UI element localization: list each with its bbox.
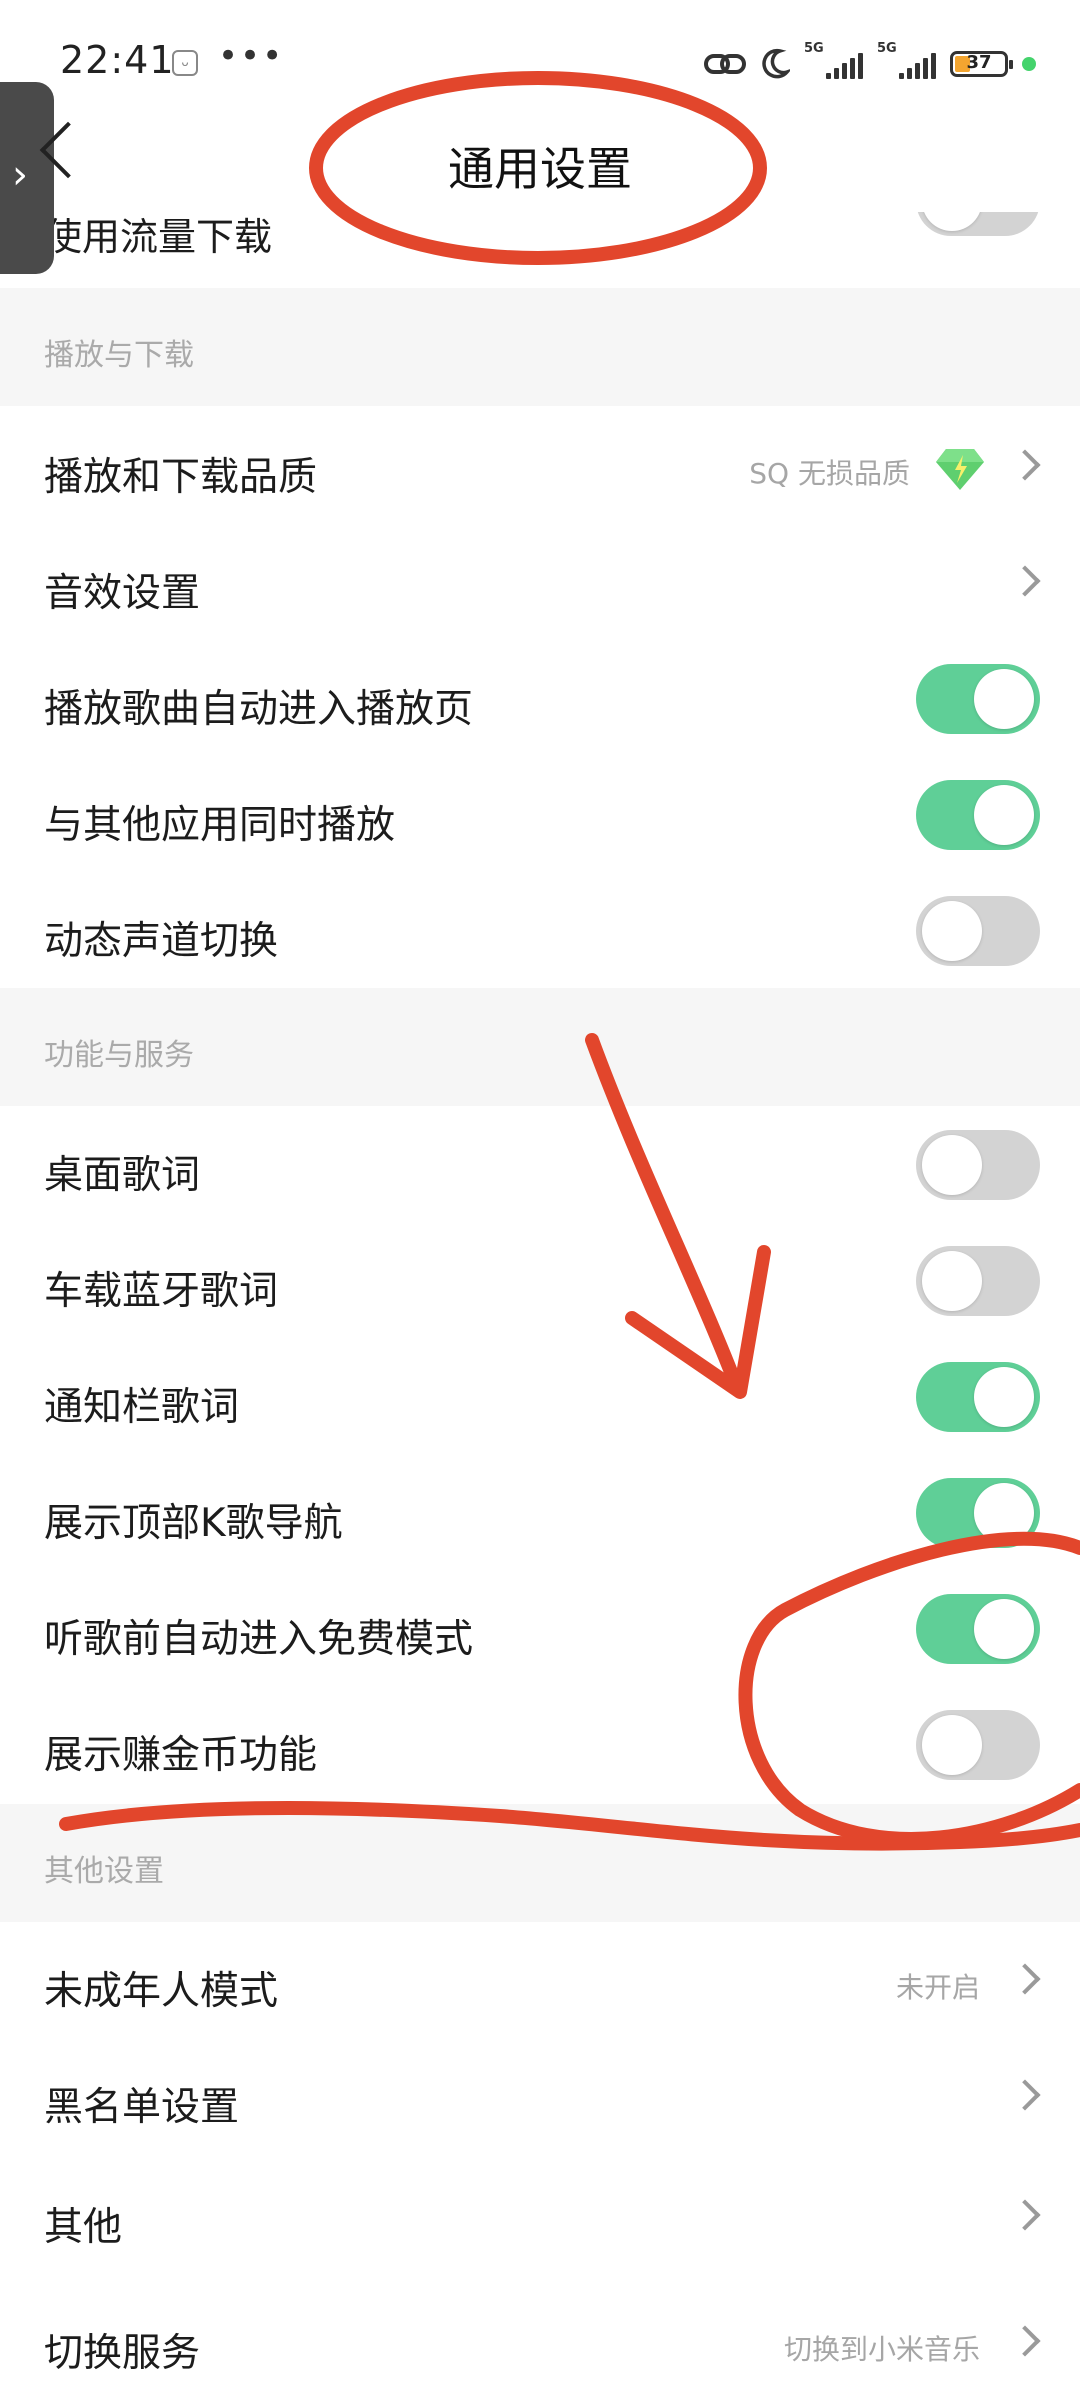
section-header-features-services: 功能与服务 [0,988,1080,1106]
desktop-lyrics-toggle[interactable] [916,1130,1040,1200]
vip-diamond-icon [936,449,984,490]
setting-row-earn-coins[interactable]: 展示赚金币功能 [0,1686,1080,1802]
setting-value: SQ 无损品质 [749,457,910,490]
status-bar: 22:41 ᴗ ••• 5G 5G 37 [0,0,1080,130]
auto-enter-play-page-toggle[interactable] [916,664,1040,734]
notification-lyrics-toggle[interactable] [916,1362,1040,1432]
setting-label: 听歌前自动进入免费模式 [44,1617,474,1662]
app-notification-icon: ᴗ [172,50,198,76]
chevron-right-icon [1009,2079,1041,2111]
setting-row-dynamic-channel[interactable]: 动态声道切换 [0,872,1080,988]
setting-label: 播放和下载品质 [44,455,318,500]
chevron-right-icon [1009,2199,1041,2231]
setting-row-switch-service[interactable]: 切换服务 切换到小米音乐 [0,2284,1080,2400]
setting-row-desktop-lyrics[interactable]: 桌面歌词 [0,1106,1080,1222]
chevron-right-icon [1009,1963,1041,1995]
chevron-right-icon [1009,449,1041,481]
setting-row-free-mode[interactable]: 听歌前自动进入免费模式 [0,1570,1080,1686]
earn-coins-toggle[interactable] [916,1710,1040,1780]
setting-row-play-download-quality[interactable]: 播放和下载品质 SQ 无损品质 [0,408,1080,524]
k-song-navigation-toggle[interactable] [916,1478,1040,1548]
setting-label: 展示赚金币功能 [44,1733,318,1778]
setting-row-blacklist[interactable]: 黑名单设置 [0,2038,1080,2154]
setting-label: 桌面歌词 [44,1153,201,1198]
more-notifications-icon: ••• [218,36,285,76]
setting-row-sound-effects[interactable]: 音效设置 [0,524,1080,640]
chevron-right-icon [1009,565,1041,597]
setting-row-auto-enter-play-page[interactable]: 播放歌曲自动进入播放页 [0,640,1080,756]
signal-icon: 5G [804,41,863,79]
setting-row-concurrent-play[interactable]: 与其他应用同时播放 [0,756,1080,872]
battery-icon: 37 [950,51,1013,77]
setting-value: 未开启 [895,1971,980,2004]
setting-row-minor-mode[interactable]: 未成年人模式 未开启 [0,1922,1080,2038]
status-time: 22:41 [60,38,175,82]
link-icon [704,54,746,74]
setting-label: 音效设置 [44,571,201,616]
chevron-right-icon [1009,2325,1041,2357]
setting-row-k-song-navigation[interactable]: 展示顶部K歌导航 [0,1454,1080,1570]
dynamic-channel-toggle[interactable] [916,896,1040,966]
setting-label: 车载蓝牙歌词 [44,1269,279,1314]
setting-label: 展示顶部K歌导航 [44,1501,343,1546]
free-mode-toggle[interactable] [916,1594,1040,1664]
page-title: 通用设置 [448,142,632,196]
setting-label: 其他 [44,2205,123,2250]
do-not-disturb-moon-icon [762,48,790,79]
section-header-play-download: 播放与下载 [0,288,1080,406]
setting-label: 未成年人模式 [44,1969,279,2014]
setting-row-notification-lyrics[interactable]: 通知栏歌词 [0,1338,1080,1454]
signal-icon: 5G [877,41,936,79]
setting-row-misc[interactable]: 其他 [0,2158,1080,2274]
setting-label: 使用流量下载 [44,215,273,259]
setting-label: 黑名单设置 [44,2085,240,2130]
car-bluetooth-lyrics-toggle[interactable] [916,1246,1040,1316]
active-indicator-dot [1022,57,1036,71]
setting-label: 切换服务 [44,2331,201,2376]
setting-label: 播放歌曲自动进入播放页 [44,687,474,732]
setting-value: 切换到小米音乐 [783,2333,980,2366]
section-header-other-settings: 其他设置 [0,1804,1080,1922]
setting-label: 与其他应用同时播放 [44,803,396,848]
setting-label: 动态声道切换 [44,919,279,964]
setting-label: 通知栏歌词 [44,1385,240,1430]
concurrent-play-toggle[interactable] [916,780,1040,850]
setting-row-car-bluetooth-lyrics[interactable]: 车载蓝牙歌词 [0,1222,1080,1338]
